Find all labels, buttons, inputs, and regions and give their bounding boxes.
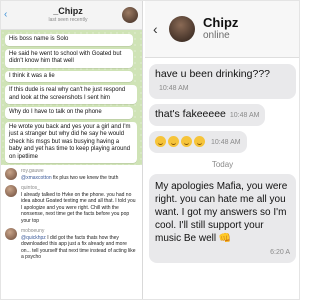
back-arrow-icon[interactable]: ‹: [4, 9, 14, 20]
message-row: have u been drinking??? 10:48 AM: [149, 64, 296, 104]
comment-mention[interactable]: @xmaxcotton: [21, 175, 52, 181]
message-bubble: that's fakeeeee 10:48 AM: [149, 104, 266, 126]
message-bubble: 10:48 AM: [149, 131, 247, 153]
avatar[interactable]: [5, 185, 17, 197]
chat-title: _Chipz: [53, 5, 83, 16]
message-text: have u been drinking???: [155, 68, 271, 80]
message-bubble: His boss name is Solo: [5, 34, 133, 46]
emoji-group: [155, 135, 207, 147]
list-item: moboeuny @quickhpz I did got the facts t…: [5, 228, 137, 261]
comment-text: fix plus two we knew the truth: [51, 174, 119, 181]
message-text: that's fakeeeee: [155, 108, 226, 120]
comment-username[interactable]: roy.gauwe: [21, 168, 44, 174]
message-bubble: He said he went to school with Goated bu…: [5, 48, 133, 68]
comment-mention[interactable]: @quickhpz: [21, 235, 46, 241]
chat-subtitle: last seen recently: [48, 16, 88, 23]
fist-emoji-icon: 👊: [218, 233, 232, 244]
comment-username[interactable]: moboeuny: [21, 228, 44, 234]
message-bubble: I think it was a lie: [5, 70, 133, 82]
avatar[interactable]: [169, 15, 195, 42]
message-time: 10:48 AM: [229, 112, 260, 119]
avatar[interactable]: [5, 168, 17, 180]
message-time: 10:48 AM: [159, 85, 189, 92]
comment-username[interactable]: quintos_: [21, 185, 40, 191]
telegram-title-box: _Chipz last seen recently: [14, 6, 122, 24]
avatar[interactable]: [5, 228, 17, 240]
smiley-emoji-icon: [168, 135, 179, 147]
message-row: 10:48 AM: [149, 131, 296, 158]
message-bubble: Why do I have to talk on the phone: [5, 107, 133, 119]
message-time: 6:20 A: [270, 249, 290, 256]
contact-status: online: [203, 30, 230, 41]
chat-header: ‹ Chipz online: [145, 0, 300, 58]
comment-text: I already talked to Hvke on the phone. y…: [21, 191, 136, 224]
message-time: 10:48 AM: [211, 139, 241, 146]
right-screenshot-panel: ‹ Chipz online have u been drinking??? 10…: [145, 0, 300, 300]
message-bubble: My apologies Mafia, you were right. you …: [149, 174, 296, 263]
smiley-emoji-icon: [194, 135, 205, 147]
left-screenshot-panel: ‹ _Chipz last seen recently His boss nam…: [0, 0, 143, 300]
list-item: quintos_ I already talked to Hvke on the…: [5, 185, 137, 224]
avatar[interactable]: [122, 6, 138, 23]
message-row: that's fakeeeee 10:48 AM: [149, 104, 296, 131]
contact-info[interactable]: Chipz online: [203, 15, 238, 42]
chat-area: have u been drinking??? 10:48 AM that's f…: [145, 58, 300, 268]
comment-list: roy.gauwe @xmaxcotton fix plus two we kn…: [0, 165, 142, 268]
back-arrow-icon[interactable]: ‹: [153, 22, 163, 36]
telegram-header: ‹ _Chipz last seen recently: [0, 0, 142, 30]
list-item: roy.gauwe @xmaxcotton fix plus two we kn…: [5, 168, 137, 181]
message-bubble: have u been drinking??? 10:48 AM: [149, 64, 296, 99]
message-bubble: If this dude is real why can't he just r…: [5, 85, 137, 104]
message-bubble: He wrote you back and yes your a girl an…: [5, 121, 137, 163]
comment-body: quintos_ I already talked to Hvke on the…: [21, 185, 137, 224]
comment-body: roy.gauwe @xmaxcotton fix plus two we kn…: [21, 168, 118, 181]
message-row: My apologies Mafia, you were right. you …: [149, 174, 296, 268]
smiley-emoji-icon: [155, 135, 166, 147]
comment-body: moboeuny @quickhpz I did got the facts t…: [21, 228, 137, 261]
contact-name: Chipz: [203, 15, 239, 30]
telegram-chat-area: His boss name is Solo He said he went to…: [0, 30, 142, 165]
smiley-emoji-icon: [181, 135, 192, 147]
day-separator: Today: [211, 160, 234, 169]
